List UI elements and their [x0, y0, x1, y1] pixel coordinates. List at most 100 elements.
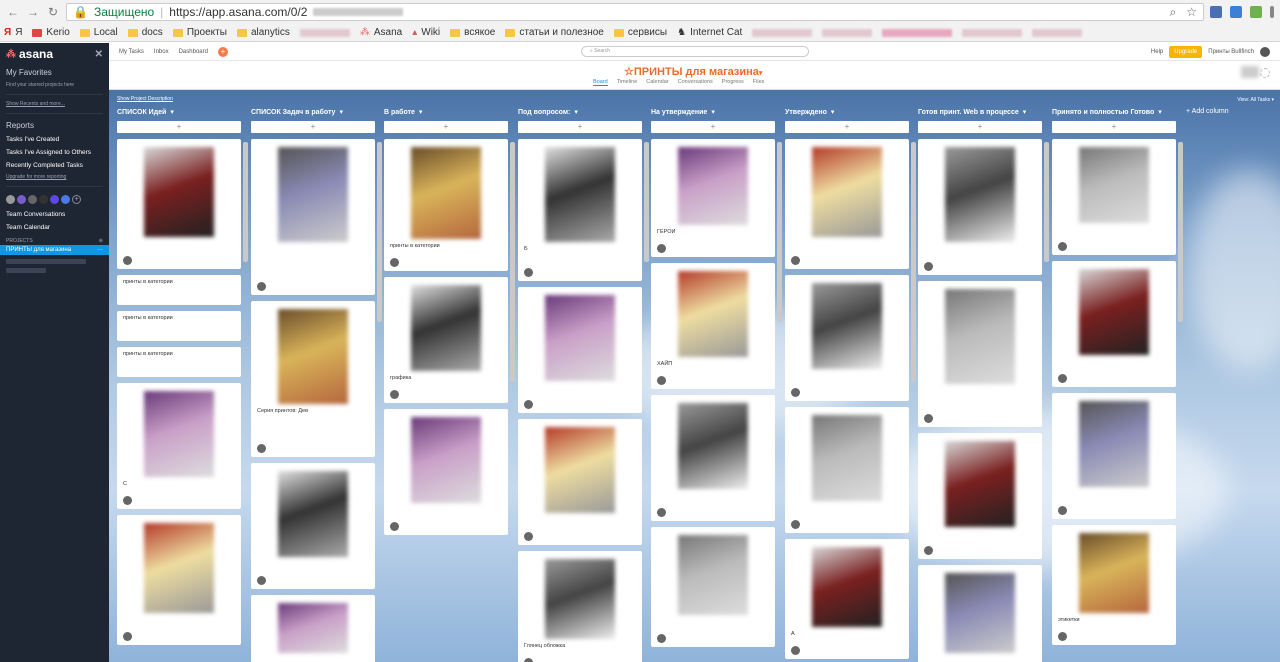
back-icon[interactable]: ← — [6, 5, 20, 19]
project-item-blurred[interactable] — [6, 259, 86, 264]
task-card[interactable]: этикетки — [1052, 525, 1176, 645]
task-card[interactable] — [117, 515, 241, 645]
favorites-title[interactable]: My Favorites — [0, 65, 109, 80]
view-filter[interactable]: View: All Tasks ▾ — [1237, 97, 1274, 103]
assignee-avatar[interactable] — [524, 532, 533, 541]
task-card[interactable]: Б — [518, 139, 642, 281]
inbox-link[interactable]: Inbox — [154, 49, 169, 55]
column-scrollbar[interactable] — [377, 142, 382, 322]
column-scrollbar[interactable] — [644, 142, 649, 262]
assignee-avatar[interactable] — [657, 634, 666, 643]
assignee-avatar[interactable] — [791, 388, 800, 397]
chevron-down-icon[interactable]: ▾ — [339, 108, 343, 116]
task-card[interactable]: принты в категории — [117, 347, 241, 377]
assignee-avatar[interactable] — [123, 256, 132, 265]
search-input[interactable]: ⌕ Search — [581, 46, 809, 57]
chevron-down-icon[interactable]: ▾ — [1158, 108, 1162, 116]
assignee-avatar[interactable] — [1058, 242, 1067, 251]
tab-calendar[interactable]: Calendar — [646, 79, 668, 86]
task-card[interactable] — [785, 407, 909, 533]
reports-title[interactable]: Reports — [0, 118, 109, 133]
bookmark-local[interactable]: Local — [79, 27, 118, 38]
add-member-icon[interactable]: + — [72, 195, 81, 204]
assignee-avatar[interactable] — [390, 258, 399, 267]
add-task-button[interactable]: + — [651, 121, 775, 133]
show-recents-link[interactable]: Show Recents and more... — [0, 99, 109, 109]
chevron-down-icon[interactable]: ▾ — [759, 70, 763, 77]
add-task-button[interactable]: + — [117, 121, 241, 133]
bookmark-wiki[interactable]: ▴ Wiki — [412, 27, 440, 38]
assignee-avatar[interactable] — [257, 444, 266, 453]
add-task-button[interactable]: + — [251, 121, 375, 133]
extension-icon[interactable] — [1210, 6, 1222, 18]
assignee-avatar[interactable] — [123, 496, 132, 505]
assignee-avatar[interactable] — [791, 256, 800, 265]
task-card[interactable] — [251, 463, 375, 589]
project-item-active[interactable]: ПРИНТЫ для магазина ··· — [0, 245, 109, 255]
chevron-down-icon[interactable]: ▾ — [831, 108, 835, 116]
chevron-down-icon[interactable]: ▾ — [170, 108, 174, 116]
task-card[interactable]: графика — [384, 277, 508, 403]
add-task-button[interactable]: + — [518, 121, 642, 133]
add-task-button[interactable]: + — [785, 121, 909, 133]
assignee-avatar[interactable] — [257, 282, 266, 291]
assignee-avatar[interactable] — [791, 646, 800, 655]
column-scrollbar[interactable] — [1044, 142, 1049, 262]
assignee-avatar[interactable] — [657, 508, 666, 517]
avatar[interactable] — [17, 195, 26, 204]
upgrade-reporting-link[interactable]: Upgrade for more reporting — [0, 172, 109, 182]
bookmark-internet-cat[interactable]: ♞ Internet Cat — [677, 27, 742, 38]
bookmark-projects[interactable]: Проекты — [172, 27, 227, 38]
avatar[interactable] — [39, 195, 48, 204]
assignee-avatar[interactable] — [524, 400, 533, 409]
chevron-down-icon[interactable]: ▾ — [711, 108, 715, 116]
assignee-avatar[interactable] — [390, 390, 399, 399]
column-scrollbar[interactable] — [777, 142, 782, 322]
assignee-avatar[interactable] — [791, 520, 800, 529]
chevron-down-icon[interactable]: ▾ — [419, 108, 423, 116]
tab-conversations[interactable]: Conversations — [678, 79, 713, 86]
zoom-icon[interactable]: ⌕ — [1170, 5, 1177, 20]
help-link[interactable]: Help — [1151, 49, 1163, 55]
bookmark-docs[interactable]: docs — [127, 27, 163, 38]
assignee-avatar[interactable] — [657, 376, 666, 385]
task-card[interactable] — [918, 281, 1042, 427]
task-card[interactable]: Серия принтов: Дев — [251, 301, 375, 457]
dashboard-link[interactable]: Dashboard — [179, 49, 208, 55]
assignee-avatar[interactable] — [524, 268, 533, 277]
task-card[interactable]: ГЕРОИ — [651, 139, 775, 257]
report-created[interactable]: Tasks I've Created — [0, 133, 109, 146]
task-card[interactable] — [1052, 261, 1176, 387]
bookmark-services[interactable]: сервисы — [613, 27, 667, 38]
tab-files[interactable]: Files — [753, 79, 765, 86]
user-avatar[interactable] — [1260, 46, 1270, 57]
column-scrollbar[interactable] — [510, 142, 515, 382]
address-bar[interactable]: 🔒 Защищено | https://app.asana.com/0/2 ⌕… — [66, 3, 1204, 21]
task-card[interactable] — [518, 419, 642, 545]
member-avatars[interactable] — [1240, 66, 1259, 78]
reload-icon[interactable]: ↻ — [46, 5, 60, 19]
assignee-avatar[interactable] — [1058, 632, 1067, 641]
assignee-avatar[interactable] — [1058, 506, 1067, 515]
tab-board[interactable]: Board — [593, 79, 608, 86]
close-icon[interactable]: ✕ — [95, 49, 103, 60]
task-card[interactable] — [1052, 139, 1176, 255]
show-description-link[interactable]: Show Project Description — [117, 96, 173, 102]
task-card[interactable] — [785, 139, 909, 269]
task-card[interactable] — [251, 595, 375, 662]
add-column-button[interactable]: + Add column — [1186, 108, 1229, 115]
assignee-avatar[interactable] — [123, 632, 132, 641]
chevron-down-icon[interactable]: ▾ — [1023, 108, 1027, 116]
menu-icon[interactable] — [1270, 6, 1274, 18]
task-card[interactable] — [117, 139, 241, 269]
tab-progress[interactable]: Progress — [722, 79, 744, 86]
task-card[interactable]: принты в категории — [117, 311, 241, 341]
star-icon[interactable]: ☆ — [624, 66, 634, 78]
report-assigned[interactable]: Tasks I've Assigned to Others — [0, 146, 109, 159]
report-completed[interactable]: Recently Completed Tasks — [0, 159, 109, 172]
column-scrollbar[interactable] — [243, 142, 248, 262]
column-scrollbar[interactable] — [911, 142, 916, 382]
quick-add-icon[interactable]: + — [217, 46, 228, 57]
team-calendar[interactable]: Team Calendar — [0, 221, 109, 234]
bookmark-articles[interactable]: статьи и полезное — [505, 27, 604, 38]
